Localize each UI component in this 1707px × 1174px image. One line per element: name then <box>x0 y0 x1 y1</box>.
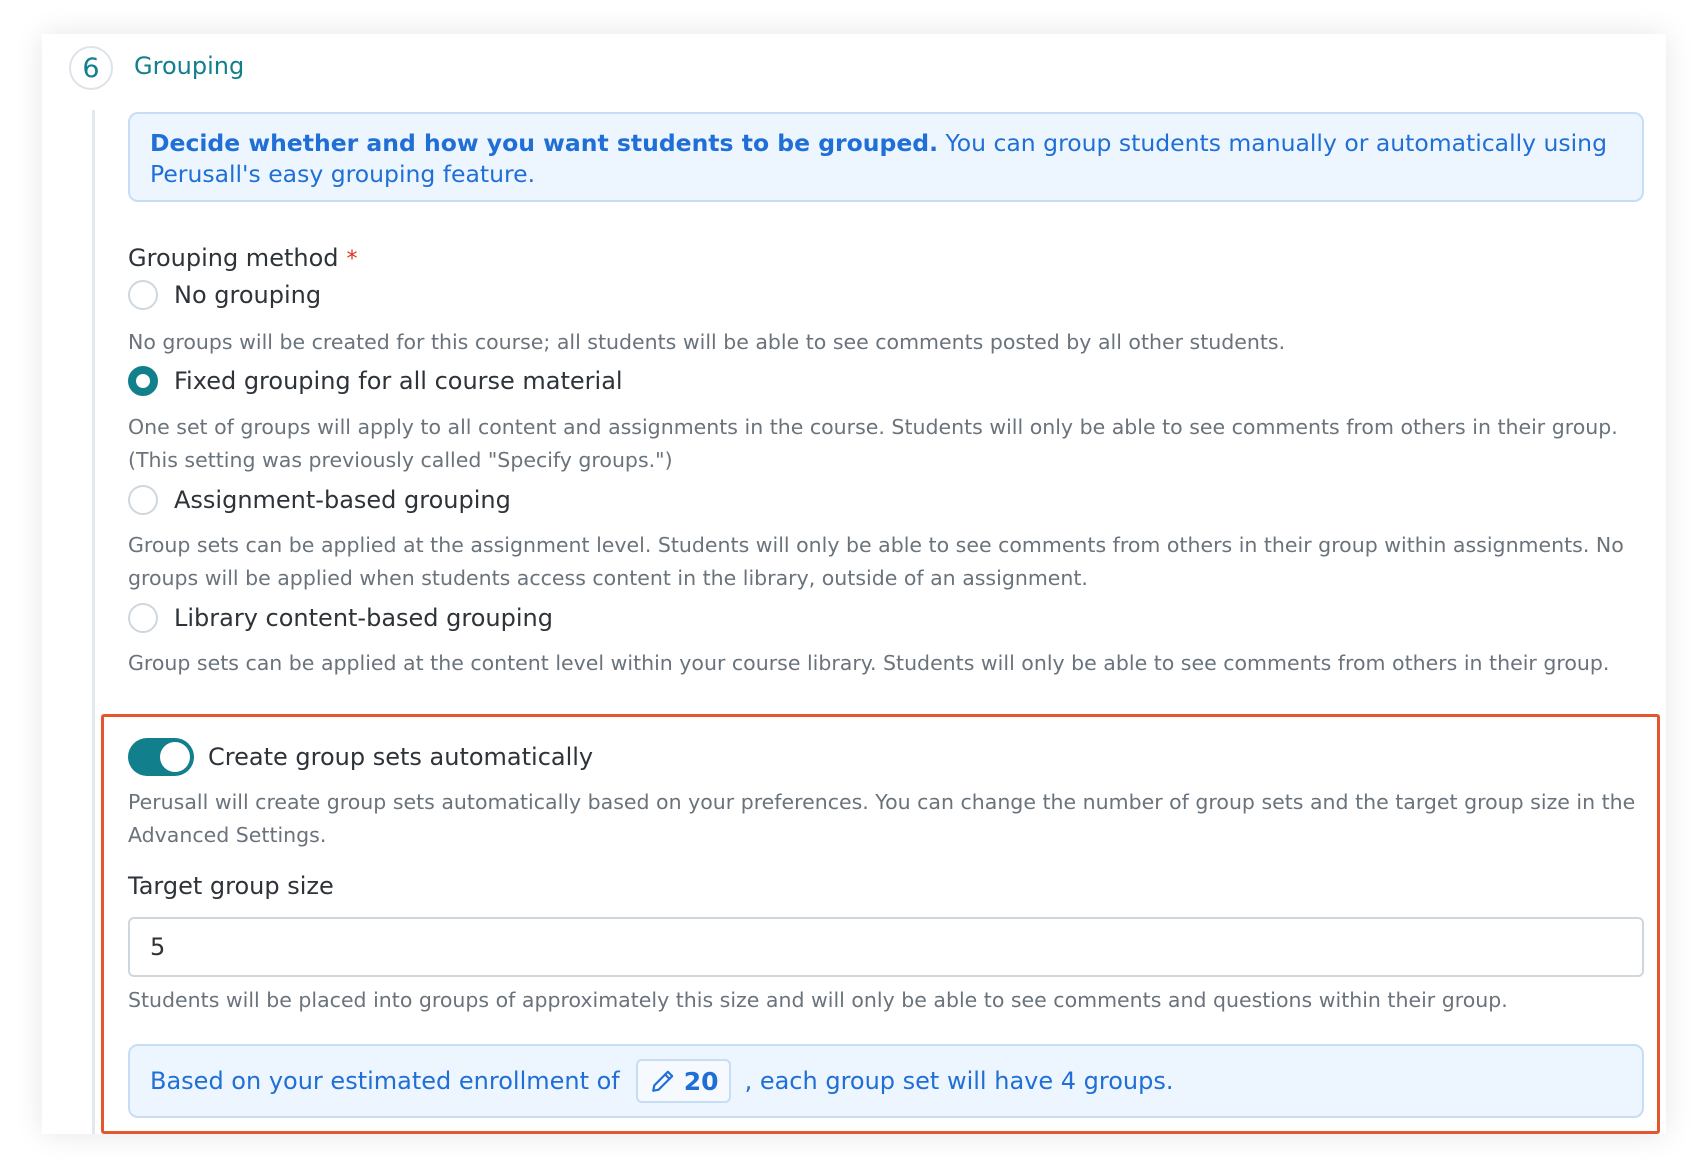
enrollment-info-box: Based on your estimated enrollment of 20… <box>128 1044 1644 1118</box>
radio-option-assignment-grouping[interactable]: Assignment-based grouping <box>128 485 511 515</box>
enrollment-value: 20 <box>683 1066 719 1096</box>
target-group-size-input[interactable] <box>128 917 1644 977</box>
help-text-library-grouping: Group sets can be applied at the content… <box>128 651 1610 675</box>
auto-group-help-text: Perusall will create group sets automati… <box>128 790 1636 847</box>
intro-bold-text: Decide whether and how you want students… <box>150 129 939 157</box>
intro-info-box: Decide whether and how you want students… <box>128 112 1644 202</box>
auto-group-toggle-row[interactable]: Create group sets automatically <box>128 738 593 776</box>
radio-label-fixed-grouping: Fixed grouping for all course material <box>174 367 623 395</box>
radio-label-library-grouping: Library content-based grouping <box>174 604 553 632</box>
target-group-size-help: Students will be placed into groups of a… <box>128 988 1508 1012</box>
radio-button-fixed-grouping[interactable] <box>128 366 158 396</box>
grouping-method-label: Grouping method * <box>128 244 358 272</box>
grouping-method-label-text: Grouping method <box>128 244 339 272</box>
required-asterisk: * <box>346 247 358 272</box>
radio-button-library-grouping[interactable] <box>128 603 158 633</box>
help-text-assignment-grouping: Group sets can be applied at the assignm… <box>128 533 1624 590</box>
radio-label-assignment-grouping: Assignment-based grouping <box>174 486 511 514</box>
edit-enrollment-button[interactable]: 20 <box>635 1059 731 1103</box>
help-text-fixed-grouping: One set of groups will apply to all cont… <box>128 415 1618 472</box>
toggle-knob <box>160 742 190 772</box>
grouping-section-card: 6 Grouping Decide whether and how you wa… <box>42 34 1666 1134</box>
radio-option-fixed-grouping[interactable]: Fixed grouping for all course material <box>128 366 623 396</box>
section-title: Grouping <box>134 52 245 80</box>
enrollment-suffix-text: , each group set will have 4 groups. <box>744 1067 1174 1095</box>
radio-option-library-grouping[interactable]: Library content-based grouping <box>128 603 553 633</box>
enrollment-prefix-text: Based on your estimated enrollment of <box>150 1067 620 1095</box>
step-rail-divider <box>92 110 95 1134</box>
auto-group-toggle-label: Create group sets automatically <box>208 743 594 771</box>
radio-button-no-grouping[interactable] <box>128 280 158 310</box>
target-group-size-label: Target group size <box>128 872 334 900</box>
radio-option-no-grouping[interactable]: No grouping <box>128 280 321 310</box>
help-text-no-grouping: No groups will be created for this cours… <box>128 330 1286 354</box>
step-number-badge: 6 <box>69 46 113 90</box>
radio-label-no-grouping: No grouping <box>174 281 322 309</box>
pencil-icon <box>651 1070 674 1092</box>
radio-button-assignment-grouping[interactable] <box>128 485 158 515</box>
auto-group-toggle-switch[interactable] <box>128 738 194 776</box>
